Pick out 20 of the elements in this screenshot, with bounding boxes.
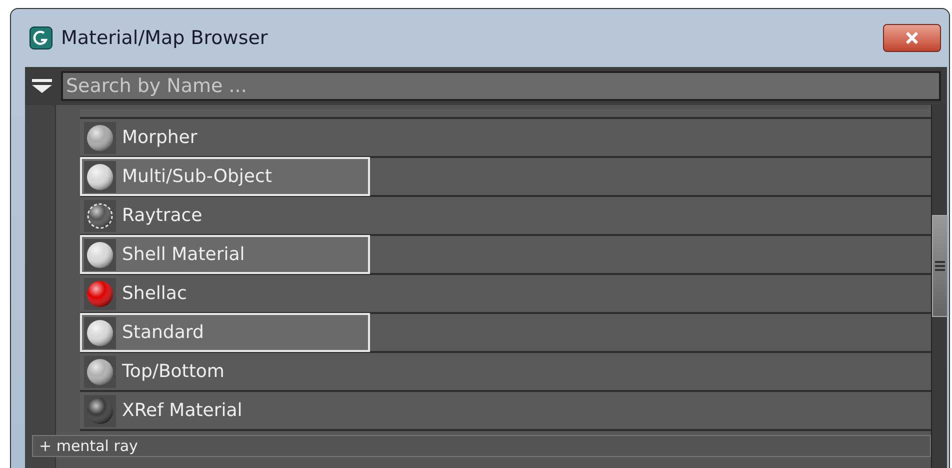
material-sphere-icon	[84, 122, 116, 154]
close-icon	[904, 32, 920, 44]
close-button[interactable]	[883, 24, 941, 52]
material-item[interactable]: Shell Material	[80, 235, 370, 274]
material-sphere-icon	[84, 278, 116, 310]
material-item[interactable]: Multi/Sub-Object	[80, 157, 370, 196]
material-sphere-icon	[84, 316, 116, 348]
material-sphere-icon	[84, 160, 116, 192]
group-header[interactable]: + mental ray	[32, 435, 931, 457]
scrollbar[interactable]	[931, 105, 947, 468]
scrollbar-thumb[interactable]	[932, 215, 948, 317]
window-title: Material/Map Browser	[61, 26, 268, 51]
material-sphere-icon	[84, 238, 116, 270]
material-sphere-icon	[84, 394, 116, 426]
dropdown-menu-icon[interactable]	[31, 78, 53, 94]
material-item[interactable]: Standard	[80, 313, 370, 352]
search-field[interactable]: Search by Name ...	[61, 71, 941, 101]
material-sphere-icon	[84, 356, 116, 388]
raytrace-sphere-icon	[84, 200, 116, 232]
app-logo-icon	[29, 26, 53, 50]
